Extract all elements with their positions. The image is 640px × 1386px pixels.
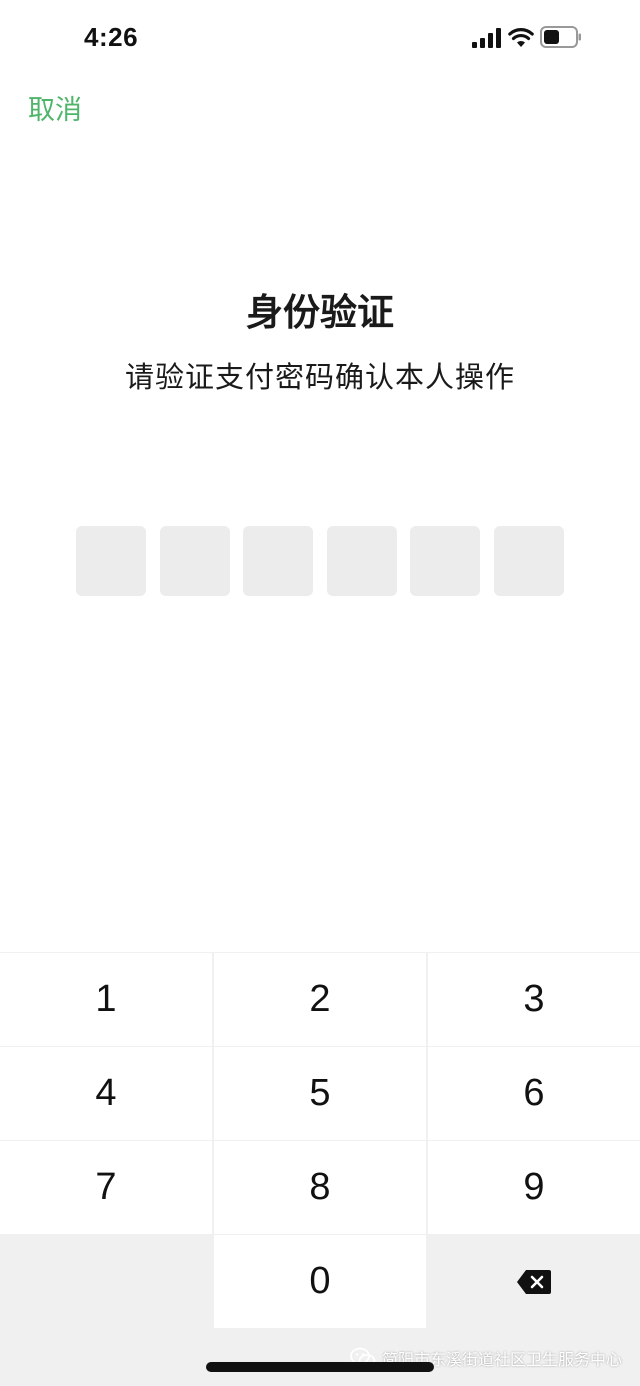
key-0[interactable]: 0: [214, 1235, 426, 1328]
battery-icon: [540, 26, 581, 48]
key-3[interactable]: 3: [428, 953, 640, 1046]
backspace-icon: [517, 1269, 551, 1294]
pin-digit-box: [326, 526, 397, 596]
pin-digit-box: [76, 526, 146, 596]
key-9[interactable]: 9: [428, 1141, 640, 1234]
key-7[interactable]: 7: [0, 1141, 212, 1234]
key-1[interactable]: 1: [0, 953, 212, 1046]
key-8[interactable]: 8: [214, 1141, 426, 1234]
pin-input[interactable]: [76, 526, 564, 596]
key-5[interactable]: 5: [214, 1047, 426, 1140]
home-indicator: [206, 1362, 434, 1372]
status-time: 4:26: [84, 22, 139, 52]
key-4[interactable]: 4: [0, 1047, 212, 1140]
pin-digit-box: [159, 526, 230, 596]
pin-digit-box: [410, 526, 481, 596]
wifi-icon: [508, 28, 534, 47]
key-2[interactable]: 2: [214, 953, 426, 1046]
key-empty: [0, 1235, 212, 1328]
cellular-signal-icon: [472, 28, 501, 48]
numeric-keypad: 1 2 3 4 5 6 7 8 9 0: [0, 952, 640, 1386]
payment-verification-screen: 4:26 取消 身份验证 请验证支付密码确认本人操作 1 2 3 4 5 6 7…: [0, 0, 640, 1386]
key-6[interactable]: 6: [428, 1047, 640, 1140]
pin-digit-box: [493, 526, 564, 596]
cancel-button[interactable]: 取消: [28, 88, 82, 127]
backspace-key[interactable]: [428, 1235, 640, 1328]
page-title: 身份验证: [246, 292, 394, 333]
pin-digit-box: [243, 526, 314, 596]
page-subtitle: 请验证支付密码确认本人操作: [124, 362, 515, 394]
status-bar: 4:26: [0, 0, 640, 80]
